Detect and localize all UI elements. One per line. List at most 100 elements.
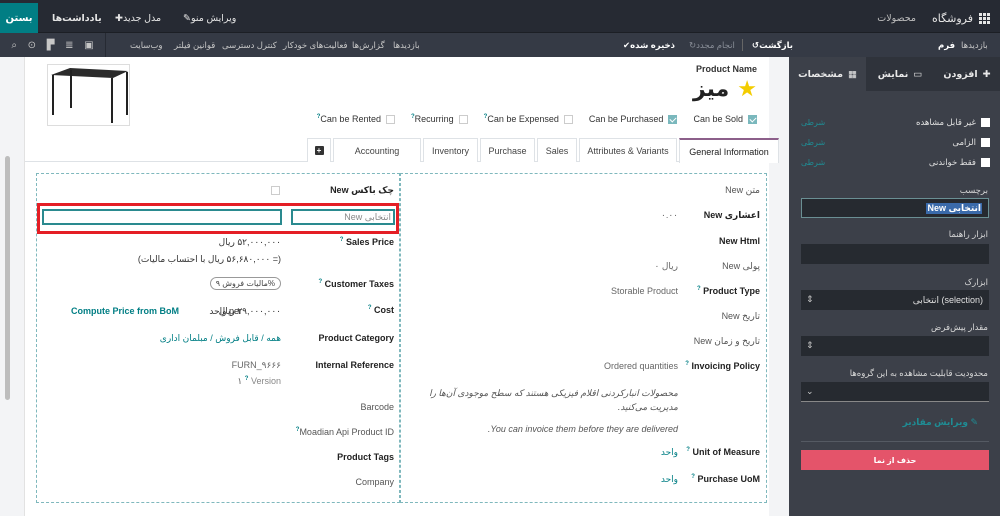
sales-price-label[interactable]: ? Sales Price bbox=[340, 237, 394, 247]
new-decimal-value[interactable]: ۰.۰۰ bbox=[661, 210, 678, 221]
product-category-value[interactable]: همه / قابل فروش / مبلمان اداری bbox=[160, 333, 281, 344]
checkbox[interactable] bbox=[385, 114, 395, 124]
help-icon: ? bbox=[686, 447, 690, 453]
activity-view-icon[interactable]: ⊙ bbox=[28, 40, 36, 51]
breadcrumb-form[interactable]: فرم bbox=[938, 33, 955, 57]
breadcrumb-views[interactable]: بازدیدها bbox=[961, 33, 988, 57]
add-tab-button[interactable]: + bbox=[307, 138, 331, 162]
version-field[interactable]: ۱ ? Version bbox=[237, 376, 281, 387]
redo-button[interactable]: ↻ انجام مجدد bbox=[686, 33, 735, 57]
company-label[interactable]: Company bbox=[355, 477, 394, 487]
product-type-label[interactable]: ? Product Type bbox=[697, 286, 760, 296]
close-button[interactable]: بستن bbox=[0, 3, 38, 33]
invoicing-policy-label[interactable]: ? Invoicing Policy bbox=[685, 361, 760, 371]
link-views[interactable]: بازدیدها bbox=[393, 33, 420, 57]
list-view-icon[interactable]: ≣ bbox=[65, 40, 73, 51]
new-monetary-value[interactable]: ۰ ریال bbox=[655, 261, 678, 272]
tab-inventory[interactable]: Inventory bbox=[423, 138, 478, 162]
tooltip-input[interactable] bbox=[801, 244, 989, 264]
new-html-label[interactable]: New Html bbox=[719, 236, 760, 246]
uom-value[interactable]: واحد bbox=[661, 447, 678, 458]
uom-label-text: Unit of Measure bbox=[692, 447, 760, 457]
product-tags-label[interactable]: Product Tags bbox=[337, 452, 394, 462]
label-input[interactable]: New انتخابی bbox=[801, 198, 989, 218]
conditional-link[interactable]: شرطی bbox=[801, 118, 825, 127]
widget-select[interactable]: ⇕ انتخابی (selection) bbox=[801, 290, 989, 310]
flag-can-be-purchased[interactable]: Can be Purchased bbox=[589, 114, 678, 124]
edit-menu-button[interactable]: ✎ ویرایش منو bbox=[181, 3, 236, 33]
search-view-icon[interactable]: ⌕ bbox=[11, 40, 17, 51]
link-filter-rules[interactable]: قوانین فیلتر bbox=[174, 33, 215, 57]
customer-taxes-label[interactable]: ? Customer Taxes bbox=[318, 279, 394, 289]
scrollbar-thumb[interactable] bbox=[5, 156, 10, 400]
new-model-button[interactable]: ✚ مدل جدید bbox=[112, 3, 161, 33]
sidebar-tab-properties[interactable]: ▦ مشخصات bbox=[789, 57, 866, 91]
product-image[interactable] bbox=[47, 64, 130, 126]
flag-can-be-expensed[interactable]: ?Can be Expensed bbox=[484, 114, 573, 124]
new-datetime-label[interactable]: New تاریخ و زمان bbox=[694, 336, 760, 347]
new-text-label[interactable]: New متن bbox=[725, 185, 760, 196]
new-checkbox[interactable] bbox=[271, 186, 280, 195]
invisible-checkbox[interactable] bbox=[981, 117, 990, 127]
tab-attributes-variants[interactable]: Attributes & Variants bbox=[579, 138, 677, 162]
form-view-icon[interactable]: ▣ bbox=[84, 40, 93, 51]
new-date-label[interactable]: New تاریخ bbox=[722, 311, 760, 322]
groups-select[interactable]: ⌄ bbox=[801, 382, 989, 402]
flag-can-be-sold[interactable]: Can be Sold bbox=[693, 114, 757, 124]
new-decimal-label[interactable]: New اعشاری bbox=[704, 210, 760, 221]
moadian-api-label[interactable]: ?Moadian Api Product ID bbox=[296, 427, 394, 437]
edit-values-link[interactable]: ویرایش مقادیر ✎ bbox=[903, 417, 978, 428]
sales-price-value[interactable]: ۵۲,۰۰۰,۰۰۰ ریال bbox=[219, 237, 281, 248]
new-monetary-label[interactable]: New پولی bbox=[722, 261, 760, 272]
checkbox-checked[interactable] bbox=[748, 114, 757, 124]
flag-recurring[interactable]: ?Recurring bbox=[411, 114, 468, 124]
link-access-control[interactable]: کنترل دسترسی bbox=[222, 33, 277, 57]
sidebar-tab-add[interactable]: ✚ افزودن bbox=[934, 57, 1000, 91]
conditional-link[interactable]: شرطی bbox=[801, 138, 825, 147]
barcode-label[interactable]: Barcode bbox=[360, 402, 394, 412]
tab-sales[interactable]: Sales bbox=[537, 138, 577, 162]
version-value: ۱ bbox=[237, 376, 243, 386]
tax-tag[interactable]: مالیات فروش ۹% bbox=[209, 277, 281, 290]
undo-button[interactable]: ↺ بازگشت bbox=[749, 33, 793, 57]
product-type-value[interactable]: Storable Product bbox=[611, 286, 678, 296]
new-selection-input[interactable] bbox=[42, 209, 282, 225]
conditional-link[interactable]: شرطی bbox=[801, 158, 825, 167]
tab-general-information[interactable]: General Information bbox=[679, 138, 779, 163]
tab-purchase[interactable]: Purchase bbox=[480, 138, 535, 162]
apps-grid-icon[interactable] bbox=[979, 12, 990, 24]
internal-reference-label[interactable]: Internal Reference bbox=[315, 360, 394, 370]
sidebar-tab-view[interactable]: ▭ نمایش bbox=[866, 57, 934, 91]
app-brand[interactable]: فروشگاه bbox=[932, 3, 990, 33]
new-selection-label-field[interactable]: New انتخابی bbox=[291, 209, 395, 225]
remove-from-view-button[interactable]: حذف از نما bbox=[801, 450, 989, 470]
default-value-select[interactable]: ⇕ bbox=[801, 336, 989, 356]
compute-price-bom-button[interactable]: Compute Price from BoM bbox=[71, 306, 179, 316]
cost-label[interactable]: ? Cost bbox=[368, 305, 394, 315]
app-name: فروشگاه bbox=[931, 12, 973, 25]
purchase-uom-label[interactable]: ? Purchase UoM bbox=[691, 474, 760, 484]
scroll-strip bbox=[0, 57, 25, 516]
new-checkbox-label[interactable]: New چک باکس bbox=[330, 185, 394, 196]
kanban-view-icon[interactable]: ▛ bbox=[47, 40, 55, 51]
link-website[interactable]: وب‌سایت bbox=[130, 33, 163, 57]
tab-accounting[interactable]: Accounting bbox=[333, 138, 421, 162]
readonly-checkbox[interactable] bbox=[981, 157, 990, 167]
product-category-label[interactable]: Product Category bbox=[318, 333, 394, 343]
checkbox-checked[interactable] bbox=[668, 114, 678, 124]
product-name-field[interactable]: میز ★ bbox=[693, 76, 757, 102]
required-checkbox[interactable] bbox=[981, 137, 990, 147]
purchase-uom-value[interactable]: واحد bbox=[661, 474, 678, 485]
link-reports[interactable]: گزارش‌ها bbox=[352, 33, 385, 57]
customer-taxes-value[interactable]: مالیات فروش ۹% bbox=[209, 277, 281, 290]
star-icon[interactable]: ★ bbox=[737, 76, 757, 102]
notes-button[interactable]: یادداشت‌ها bbox=[52, 3, 102, 33]
menu-products[interactable]: محصولات bbox=[877, 3, 916, 33]
uom-label[interactable]: ? Unit of Measure bbox=[686, 447, 760, 457]
checkbox[interactable] bbox=[458, 114, 468, 124]
flag-can-be-rented[interactable]: ?Can be Rented bbox=[317, 114, 395, 124]
internal-reference-value[interactable]: FURN_۹۶۶۶ bbox=[232, 360, 281, 371]
link-automated-actions[interactable]: فعالیت‌های خودکار bbox=[283, 33, 348, 57]
invoicing-policy-value[interactable]: Ordered quantities bbox=[604, 361, 678, 371]
checkbox[interactable] bbox=[563, 114, 573, 124]
